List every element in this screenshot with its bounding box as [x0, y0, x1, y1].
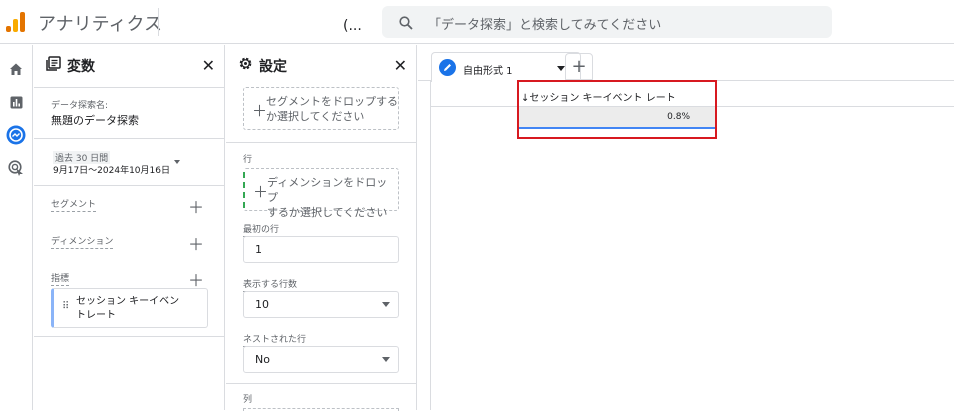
metrics-label: 指標 — [51, 271, 70, 286]
show-rows-label: 表示する行数 — [243, 277, 298, 292]
add-segment-drop-icon: ＋ — [252, 102, 268, 120]
segment-drop-zone[interactable]: ＋ セグメントをドロップする か選択してください — [243, 87, 399, 130]
variables-header: 変数 ✕ — [34, 45, 224, 85]
metric-chip-line1: セッション キーイベン — [76, 296, 180, 307]
top-bar: アナリティクス (... 「データ探索」と検索してみてください — [0, 0, 954, 44]
add-dimension-drop-icon: ＋ — [253, 183, 269, 201]
account-selector[interactable]: (... — [343, 18, 362, 34]
gear-icon — [238, 56, 253, 75]
freeform-pencil-icon — [439, 59, 456, 76]
variables-icon — [46, 56, 61, 75]
date-range-dropdown-icon[interactable] — [174, 160, 180, 164]
nested-rows-value: No — [255, 353, 270, 366]
columns-section: 列 — [226, 383, 416, 411]
highlight-box — [517, 80, 717, 139]
settings-header: 設定 ✕ — [226, 45, 416, 85]
tab-dropdown-icon[interactable] — [557, 66, 565, 71]
show-rows-value: 10 — [255, 298, 269, 311]
dimensions-label: ディメンション — [51, 234, 114, 249]
close-variables-icon[interactable]: ✕ — [202, 56, 215, 75]
exploration-name[interactable]: 無題のデータ探索 — [51, 112, 139, 128]
rows-label: 行 — [243, 155, 253, 165]
exploration-name-section[interactable]: データ探索名: 無題のデータ探索 — [34, 87, 224, 138]
add-dimension-icon[interactable]: ＋ — [188, 231, 204, 255]
exploration-canvas: 自由形式 1 + ↓セッション キーイベント レート 0.8% — [418, 45, 954, 410]
start-row-label: 最初の行 — [243, 222, 280, 237]
dimension-drop-line1: ディメンションをドロップ — [267, 176, 388, 204]
metrics-section: 指標 ＋ ⠿ セッション キーイベン トレート — [34, 261, 224, 336]
close-settings-icon[interactable]: ✕ — [394, 56, 407, 75]
explore-icon[interactable] — [6, 125, 26, 145]
add-tab-button[interactable]: + — [565, 53, 593, 80]
start-row-input[interactable]: 1 — [243, 236, 399, 263]
metric-chip[interactable]: ⠿ セッション キーイベン トレート — [51, 288, 208, 328]
segment-drop-line1: セグメントをドロップする — [266, 95, 398, 108]
nested-rows-label: ネストされた行 — [243, 332, 307, 347]
date-range-value[interactable]: 9月17日～2024年10月16日 — [53, 163, 170, 176]
title-divider — [158, 8, 159, 36]
settings-title: 設定 — [259, 59, 287, 75]
dimension-drop-zone[interactable]: ＋ ディメンションをドロップ するか選択してください — [243, 168, 399, 219]
advertising-icon[interactable] — [6, 158, 26, 178]
nested-rows-select[interactable]: No — [243, 346, 399, 373]
metric-chip-line2: トレート — [76, 310, 116, 321]
dimensions-section: ディメンション ＋ — [34, 223, 224, 261]
columns-label: 列 — [243, 395, 253, 405]
app-title[interactable]: アナリティクス — [38, 10, 162, 36]
analytics-logo-icon[interactable] — [6, 10, 26, 32]
tab-label: 自由形式 1 — [463, 66, 513, 77]
add-segment-icon[interactable]: ＋ — [188, 194, 204, 218]
show-rows-select[interactable]: 10 — [243, 291, 399, 318]
date-range-section[interactable]: 過去 30 日間 9月17日～2024年10月16日 — [34, 138, 224, 185]
start-row-value: 1 — [255, 243, 262, 256]
dimension-drop-line2: するか選択してください — [267, 206, 388, 219]
exploration-name-label: データ探索名: — [51, 101, 109, 111]
tab-freeform-1[interactable]: 自由形式 1 — [431, 52, 581, 82]
drag-handle-icon[interactable]: ⠿ — [62, 301, 69, 312]
segment-drop-line2: か選択してください — [266, 110, 365, 123]
search-placeholder: 「データ探索」と検索してみてください — [428, 18, 662, 33]
table-left-border — [430, 81, 431, 410]
segments-section: セグメント ＋ — [34, 185, 224, 223]
variables-bottom-divider — [34, 336, 224, 410]
settings-panel: 設定 ✕ ＋ セグメントをドロップする か選択してください 行 ＋ ディメンショ… — [226, 45, 417, 411]
variables-title: 変数 — [67, 59, 95, 75]
tab-strip: 自由形式 1 + — [418, 45, 954, 82]
variables-panel: 変数 ✕ データ探索名: 無題のデータ探索 過去 30 日間 9月17日～202… — [34, 45, 225, 410]
show-rows-dropdown-icon — [382, 302, 390, 307]
search-icon — [399, 15, 413, 34]
segments-label: セグメント — [51, 197, 97, 212]
home-icon[interactable] — [6, 59, 26, 79]
search-input[interactable]: 「データ探索」と検索してみてください — [382, 6, 832, 38]
nested-rows-dropdown-icon — [382, 357, 390, 362]
reports-icon[interactable] — [6, 92, 26, 112]
left-nav-rail — [0, 45, 33, 410]
